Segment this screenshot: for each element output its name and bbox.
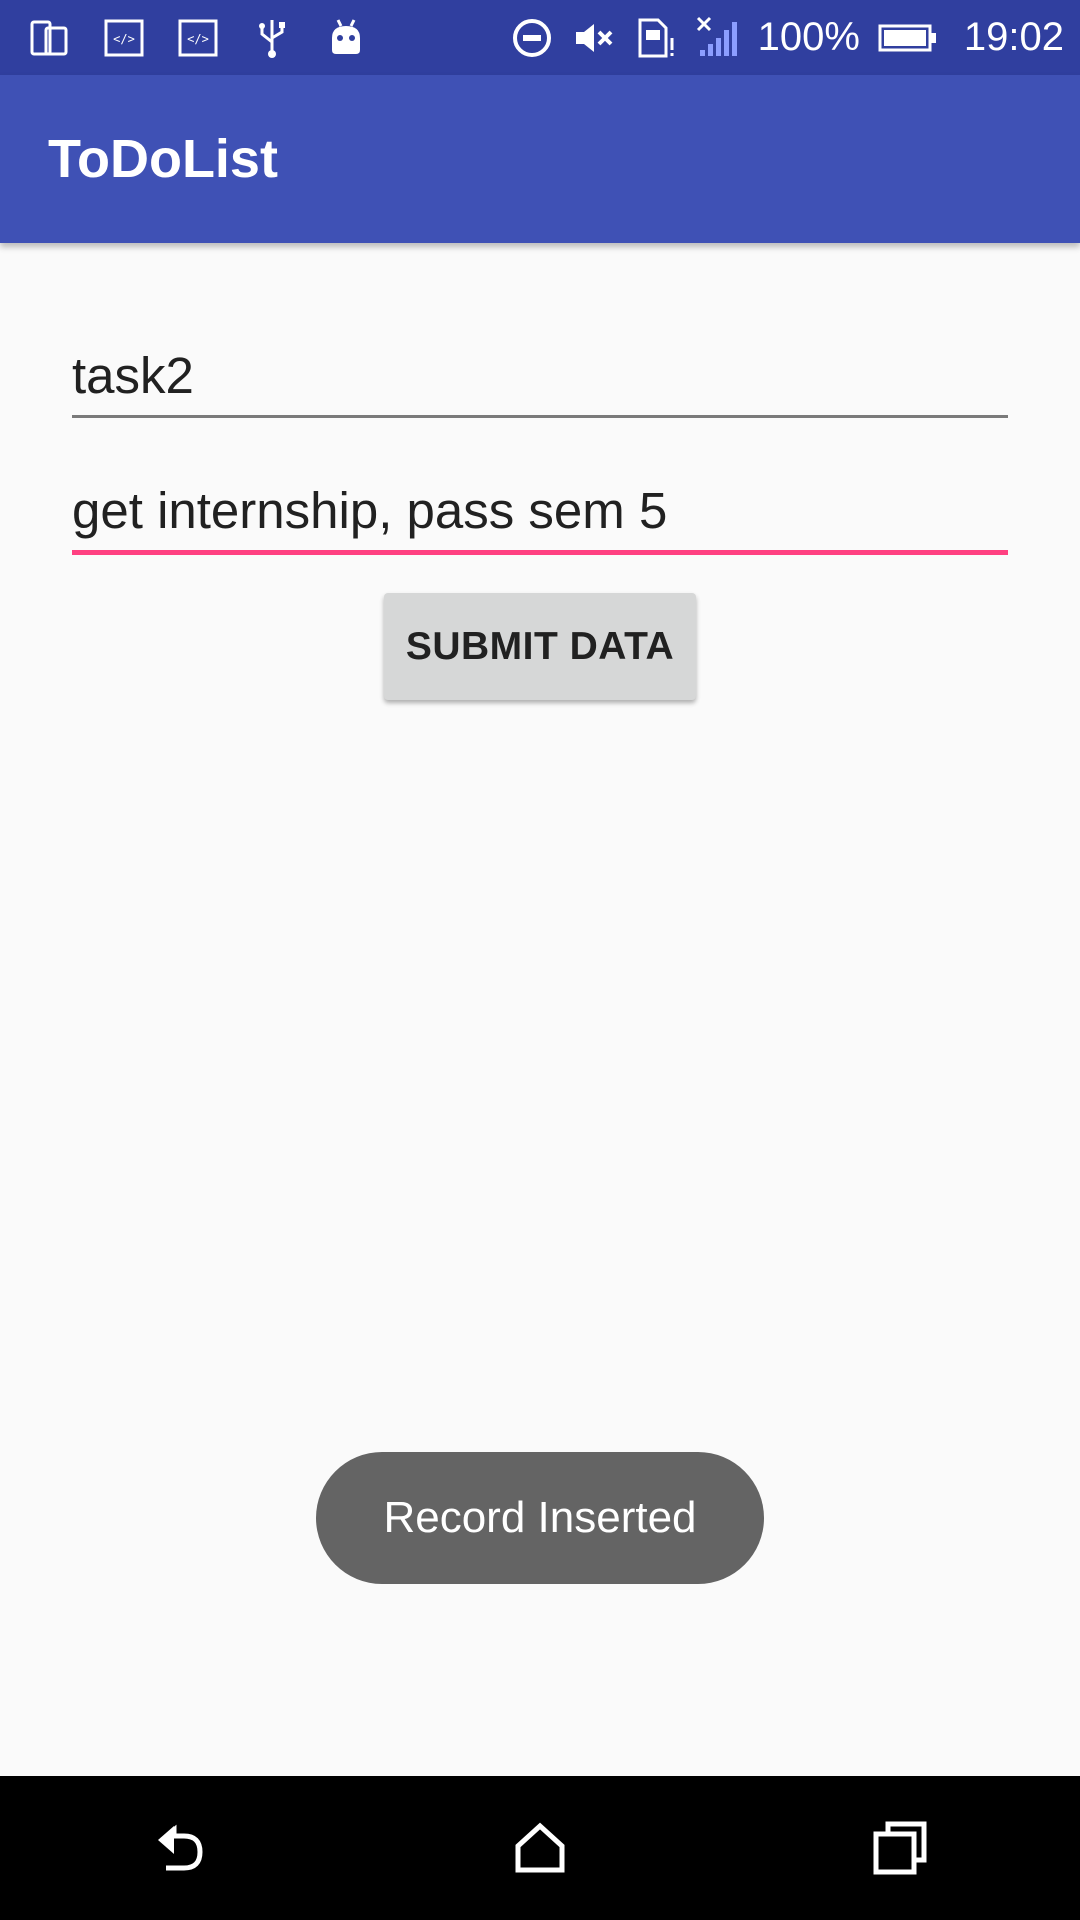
- back-button[interactable]: [120, 1788, 240, 1908]
- status-bar: </> </> 100% 19:02: [0, 0, 1080, 75]
- recents-button[interactable]: [840, 1788, 960, 1908]
- back-icon: [158, 1824, 203, 1871]
- svg-text:</>: </>: [187, 32, 209, 46]
- task-description-input[interactable]: [72, 470, 1008, 555]
- home-button[interactable]: [480, 1788, 600, 1908]
- svg-text:</>: </>: [113, 32, 135, 46]
- status-time: 19:02: [963, 15, 1064, 59]
- toast-message: Record Inserted: [316, 1452, 764, 1584]
- do-not-disturb-icon: [510, 16, 554, 60]
- device-icon: [28, 16, 72, 60]
- submit-data-button[interactable]: SUBMIT DATA: [384, 593, 696, 700]
- status-bar-right-icons: 100% 19:02: [510, 15, 1080, 60]
- battery-percent: 100%: [757, 15, 860, 59]
- app-bar: ToDoList: [0, 75, 1080, 243]
- status-bar-left-icons: </> </>: [0, 16, 368, 60]
- volume-mute-icon: [572, 16, 616, 60]
- home-icon: [515, 1822, 565, 1873]
- battery-icon: [878, 16, 938, 60]
- navigation-bar: [0, 1776, 1080, 1920]
- signal-off-icon: [696, 16, 740, 60]
- recents-icon: [873, 1821, 927, 1875]
- android-icon: [324, 16, 368, 60]
- code-icon: </>: [176, 16, 220, 60]
- app-title: ToDoList: [48, 129, 278, 189]
- sim-alert-icon: [634, 16, 678, 60]
- usb-icon: [250, 16, 294, 60]
- code-icon: </>: [102, 16, 146, 60]
- task-name-input[interactable]: [72, 335, 1008, 418]
